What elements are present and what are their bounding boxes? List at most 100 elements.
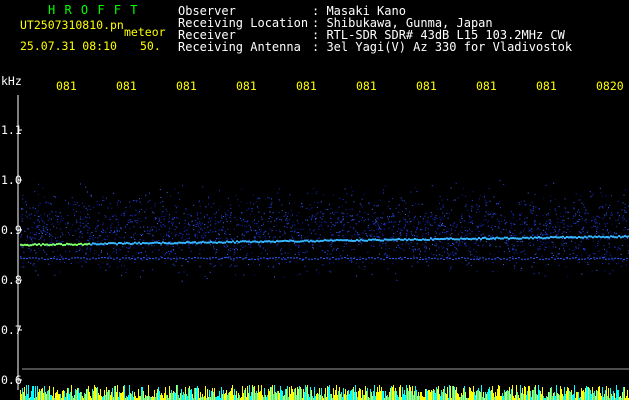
echo-faint-segment (170, 258, 172, 260)
noise-speck (189, 213, 191, 215)
noise-speck (414, 186, 416, 188)
noise-speck (528, 227, 530, 229)
noise-speck (198, 200, 200, 202)
noise-speck (210, 224, 212, 226)
noise-speck (65, 223, 67, 225)
activity-bar (186, 394, 187, 400)
echo-segment (56, 243, 58, 246)
noise-speck (439, 196, 441, 198)
activity-bar (471, 391, 472, 400)
noise-speck (322, 215, 324, 217)
noise-speck (388, 227, 390, 229)
noise-speck (289, 239, 290, 240)
noise-speck (451, 232, 453, 234)
noise-speck (336, 257, 338, 259)
activity-bar (359, 388, 360, 400)
echo-segment (540, 236, 542, 239)
info-label: Receiving Antenna (178, 40, 301, 54)
noise-speck (293, 243, 295, 245)
noise-speck (537, 239, 538, 241)
noise-speck (336, 248, 338, 250)
noise-speck (257, 225, 259, 227)
noise-speck (261, 242, 263, 244)
activity-bar (394, 391, 395, 400)
activity-bar (308, 394, 309, 400)
echo-segment (254, 240, 256, 243)
noise-speck (77, 221, 79, 223)
noise-speck (350, 186, 352, 188)
noise-speck (624, 238, 626, 240)
noise-speck (268, 206, 270, 208)
noise-speck (168, 217, 170, 219)
activity-bar (595, 396, 596, 400)
noise-speck (513, 248, 515, 250)
activity-bar (229, 392, 230, 400)
activity-bar (520, 385, 521, 400)
noise-speck (498, 227, 500, 229)
noise-speck (336, 211, 338, 213)
noise-speck (218, 234, 220, 236)
echo-segment (468, 238, 470, 240)
noise-speck (433, 254, 435, 256)
noise-speck (116, 231, 118, 233)
noise-speck (573, 208, 575, 210)
noise-speck (367, 236, 369, 238)
noise-speck (149, 230, 151, 232)
activity-bar (356, 392, 357, 400)
noise-speck (339, 231, 341, 233)
echo-faint-segment (245, 257, 247, 259)
noise-speck (103, 245, 105, 247)
noise-speck (23, 202, 25, 204)
activity-bar (134, 392, 135, 400)
noise-speck (240, 201, 242, 203)
noise-speck (114, 213, 116, 215)
noise-speck (435, 254, 437, 256)
echo-segment (542, 237, 544, 240)
activity-bar (382, 391, 383, 400)
noise-speck (497, 250, 499, 252)
noise-speck (258, 207, 259, 209)
noise-speck (520, 241, 522, 243)
activity-bar (166, 395, 167, 400)
noise-speck (624, 227, 626, 228)
activity-bar (559, 395, 560, 400)
noise-speck (195, 244, 197, 246)
noise-speck (304, 236, 306, 238)
noise-speck (196, 214, 198, 216)
activity-bar (303, 389, 304, 400)
echo-segment (300, 240, 302, 243)
activity-bar (185, 387, 186, 400)
activity-bar (317, 393, 318, 400)
noise-speck (21, 220, 23, 222)
noise-speck (377, 218, 379, 220)
noise-speck (161, 213, 163, 215)
noise-speck (323, 213, 325, 215)
noise-speck (294, 229, 296, 231)
noise-speck (166, 232, 168, 234)
noise-speck (361, 198, 363, 200)
activity-bar (581, 388, 582, 400)
noise-speck (89, 217, 91, 219)
noise-speck (499, 180, 501, 182)
activity-bar (24, 387, 25, 400)
noise-speck (156, 229, 157, 231)
noise-speck (586, 232, 588, 234)
noise-speck (261, 234, 263, 236)
noise-speck (183, 239, 185, 241)
echo-segment (62, 244, 64, 247)
noise-speck (578, 209, 580, 211)
activity-bar (245, 388, 246, 400)
echo-faint-segment (449, 258, 451, 260)
noise-speck (534, 224, 536, 226)
noise-speck (110, 224, 112, 226)
echo-segment (466, 237, 468, 240)
noise-speck (498, 223, 500, 225)
noise-speck (617, 212, 618, 214)
noise-speck (149, 233, 151, 235)
noise-speck (443, 225, 445, 227)
echo-segment (510, 237, 512, 240)
noise-speck (34, 222, 35, 224)
noise-speck (602, 207, 604, 209)
noise-speck (87, 213, 89, 215)
noise-speck (208, 218, 210, 219)
